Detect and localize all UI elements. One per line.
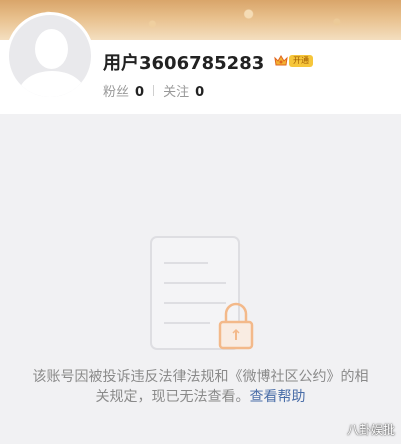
following-count: 0 bbox=[195, 85, 205, 100]
vip-badge[interactable]: 开通 bbox=[274, 52, 313, 69]
help-link[interactable]: 查看帮助 bbox=[250, 389, 306, 405]
default-avatar-icon[interactable] bbox=[6, 12, 94, 100]
crown-icon bbox=[274, 54, 288, 65]
fans-label: 粉丝 bbox=[103, 85, 130, 100]
locked-document-icon bbox=[150, 236, 254, 350]
following-label: 关注 bbox=[163, 85, 190, 100]
following-stat[interactable]: 关注 0 bbox=[163, 81, 204, 100]
profile-stats: 粉丝 0 关注 0 bbox=[103, 81, 204, 100]
account-blocked-notice: 该账号因被投诉违反法律法规和《微博社区公约》的相关规定，现已无法查看。查看帮助 bbox=[28, 367, 373, 407]
fans-count: 0 bbox=[135, 85, 145, 100]
fans-stat[interactable]: 粉丝 0 bbox=[103, 81, 144, 100]
watermark: 八卦娱批 bbox=[346, 423, 395, 437]
stats-divider bbox=[153, 85, 155, 96]
notice-text: 该账号因被投诉违反法律法规和《微博社区公约》的相关规定，现已无法查看。 bbox=[32, 369, 369, 405]
vip-open-label: 开通 bbox=[289, 54, 313, 67]
username: 用户3606785283 bbox=[103, 53, 265, 74]
